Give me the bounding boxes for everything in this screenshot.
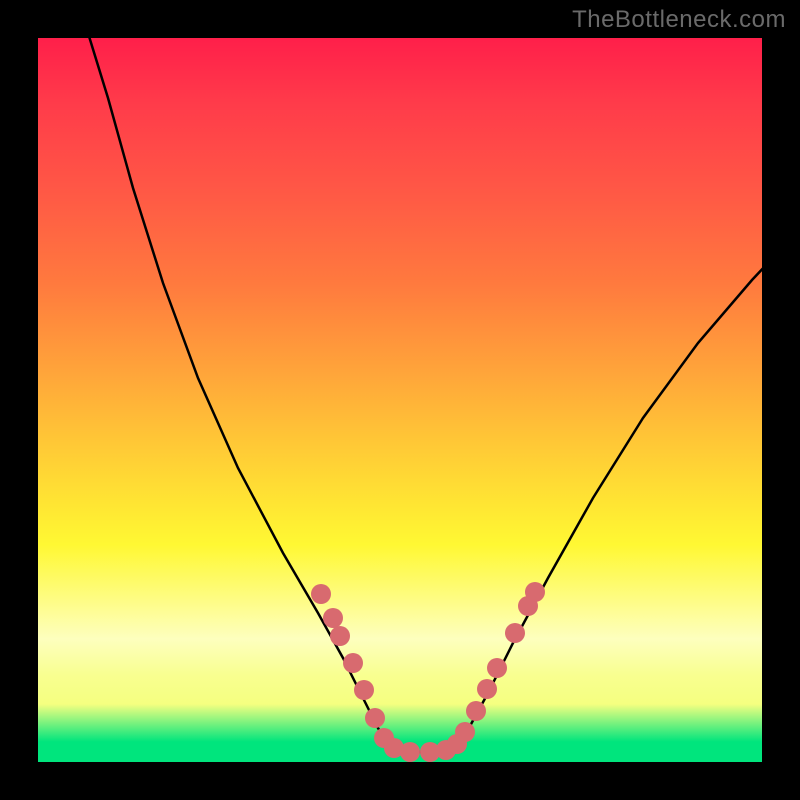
chart-frame: TheBottleneck.com xyxy=(0,0,800,800)
data-marker xyxy=(525,582,545,602)
data-marker xyxy=(466,701,486,721)
data-marker xyxy=(487,658,507,678)
plot-area xyxy=(38,38,762,762)
data-marker xyxy=(343,653,363,673)
data-marker xyxy=(365,708,385,728)
curve-group xyxy=(88,38,762,752)
chart-svg xyxy=(38,38,762,762)
data-marker xyxy=(455,722,475,742)
data-marker xyxy=(311,584,331,604)
data-marker xyxy=(477,679,497,699)
data-marker xyxy=(505,623,525,643)
data-marker xyxy=(323,608,343,628)
watermark-text: TheBottleneck.com xyxy=(572,6,786,34)
data-marker xyxy=(400,742,420,762)
data-marker xyxy=(330,626,350,646)
marker-group xyxy=(311,582,545,762)
data-marker xyxy=(354,680,374,700)
